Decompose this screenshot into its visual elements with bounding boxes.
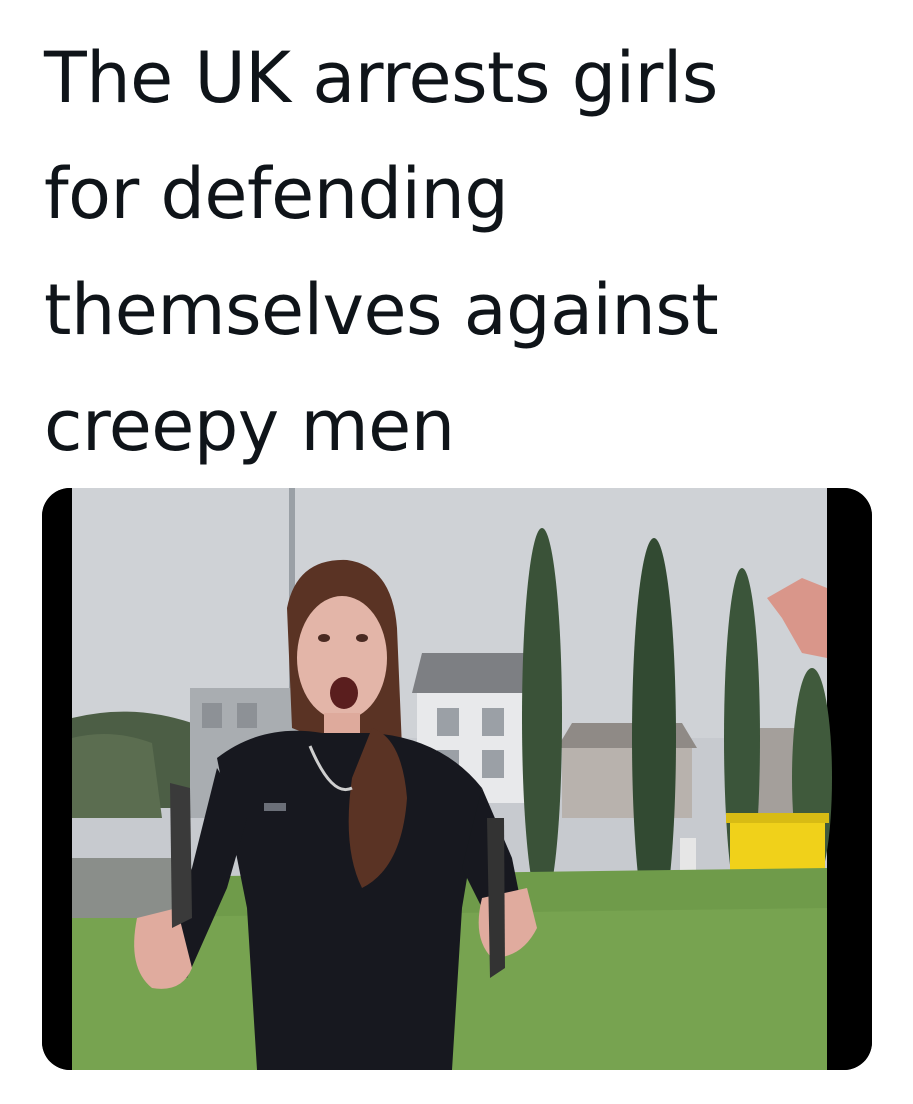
post-media[interactable] (42, 488, 872, 1070)
media-image (42, 488, 872, 1070)
post-card: The UK arrests girls for defending thems… (0, 0, 913, 1104)
post-text: The UK arrests girls for defending thems… (44, 37, 719, 467)
video-frame (72, 488, 832, 1070)
